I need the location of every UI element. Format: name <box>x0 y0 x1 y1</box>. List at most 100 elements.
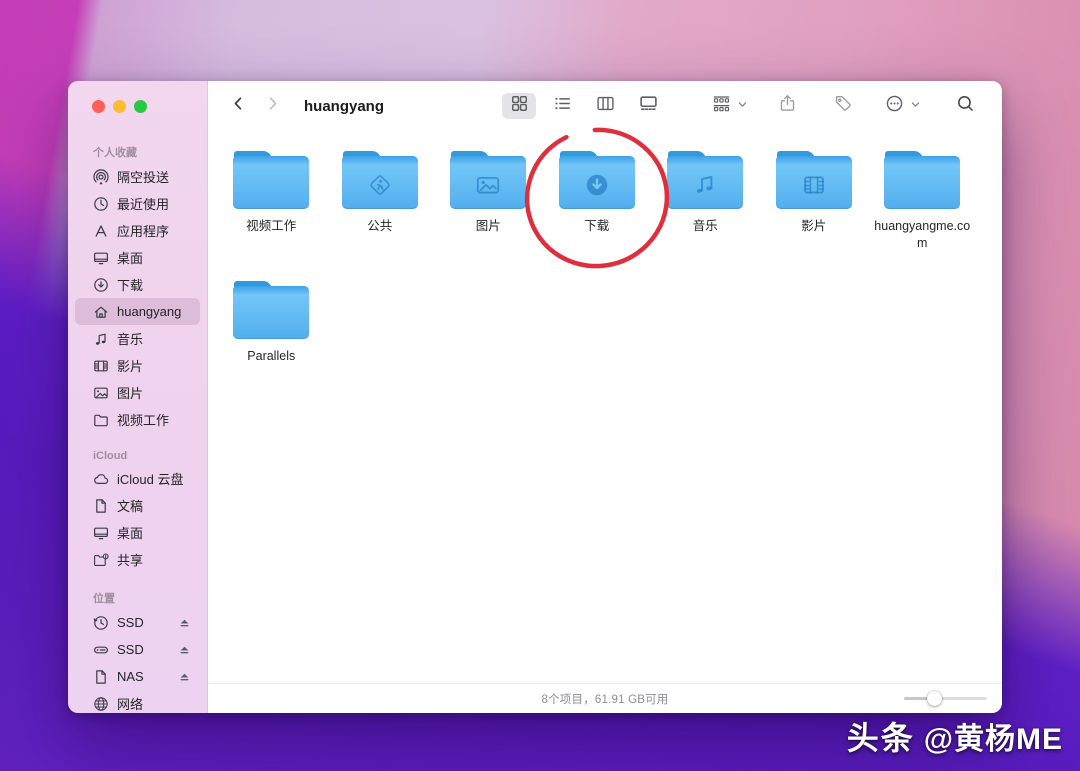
folder-music[interactable]: 音乐 <box>651 151 760 251</box>
airdrop-icon <box>92 168 109 185</box>
toolbar: huangyang <box>208 81 1002 131</box>
forward-button[interactable] <box>258 92 286 120</box>
folder-label: 音乐 <box>693 218 718 235</box>
sidebar-item-documents[interactable]: 文稿 <box>75 492 200 519</box>
folder-movies[interactable]: 影片 <box>760 151 869 251</box>
sidebar-item-icloud-drive[interactable]: iCloud 云盘 <box>75 465 200 492</box>
clock-icon <box>92 195 109 212</box>
sidebar: 个人收藏隔空投送最近使用应用程序桌面下载huangyang音乐影片图片视频工作i… <box>68 81 208 713</box>
folder-grid: 视频工作 公共 图片 下载音乐 影片huangyangme.com Parallels <box>208 131 1002 683</box>
sidebar-item-airdrop[interactable]: 隔空投送 <box>75 163 200 190</box>
sidebar-item-shared[interactable]: 共享 <box>75 546 200 573</box>
sidebar-item-label: 视频工作 <box>117 410 169 429</box>
sidebar-item-icloud-desktop[interactable]: 桌面 <box>75 519 200 546</box>
ellipsis-circle-icon <box>882 93 906 119</box>
share-icon <box>778 94 797 118</box>
document-icon <box>92 497 109 514</box>
sidebar-item-video-work[interactable]: 视频工作 <box>75 406 200 433</box>
eject-icon[interactable] <box>178 616 191 629</box>
window-controls <box>68 81 207 113</box>
sidebar-item-pictures[interactable]: 图片 <box>75 379 200 406</box>
sidebar-item-music[interactable]: 音乐 <box>75 325 200 352</box>
folder-icon <box>450 151 526 209</box>
sidebar-item-label: 下载 <box>117 275 143 294</box>
more-actions-button[interactable] <box>882 93 921 119</box>
desktop-icon <box>92 524 109 541</box>
tag-icon <box>834 94 853 118</box>
folder-icon <box>559 151 635 209</box>
folder-parallels[interactable]: Parallels <box>217 281 326 365</box>
view-switcher <box>502 93 665 119</box>
folder-downloads[interactable]: 下载 <box>543 151 652 251</box>
sidebar-item-applications[interactable]: 应用程序 <box>75 217 200 244</box>
sidebar-item-ssd-timemachine[interactable]: SSD <box>75 609 200 636</box>
music-icon <box>92 330 109 347</box>
download-emblem-icon <box>559 160 635 209</box>
sidebar-item-label: 最近使用 <box>117 194 169 213</box>
column-view-button[interactable] <box>588 93 622 119</box>
folder-icon <box>342 151 418 209</box>
folder-huangyangme-com[interactable]: huangyangme.com <box>868 151 977 251</box>
group-by-button[interactable] <box>709 93 748 119</box>
status-text: 8个项目，61.91 GB可用 <box>208 691 1002 707</box>
eject-icon[interactable] <box>178 670 191 683</box>
close-button[interactable] <box>92 100 105 113</box>
minimize-button[interactable] <box>113 100 126 113</box>
home-icon <box>92 303 109 320</box>
sidebar-item-desktop[interactable]: 桌面 <box>75 244 200 271</box>
sidebar-item-label: huangyang <box>117 304 181 319</box>
sidebar-item-movies[interactable]: 影片 <box>75 352 200 379</box>
zoom-button[interactable] <box>134 100 147 113</box>
folder-row: 视频工作 公共 图片 下载音乐 影片huangyangme.com <box>217 151 977 251</box>
sidebar-item-network[interactable]: 网络 <box>75 690 200 713</box>
sidebar-item-recents[interactable]: 最近使用 <box>75 190 200 217</box>
shared-folder-icon <box>92 551 109 568</box>
sidebar-item-label: 共享 <box>117 550 143 569</box>
tag-button[interactable] <box>826 93 860 119</box>
sidebar-item-nas[interactable]: NAS <box>75 663 200 690</box>
grid-view-icon <box>510 94 529 118</box>
eject-icon[interactable] <box>178 643 191 656</box>
sidebar-item-label: 桌面 <box>117 248 143 267</box>
picture-icon <box>92 384 109 401</box>
desktop-icon <box>92 249 109 266</box>
search-button[interactable] <box>948 93 982 119</box>
folder-icon <box>92 411 109 428</box>
slider-thumb[interactable] <box>927 691 942 706</box>
folder-public[interactable]: 公共 <box>326 151 435 251</box>
folder-row: Parallels <box>217 281 326 365</box>
folder-label: Parallels <box>247 348 295 365</box>
list-view-button[interactable] <box>545 93 579 119</box>
sidebar-item-label: 应用程序 <box>117 221 169 240</box>
finder-main: huangyang 视频工作公 <box>208 81 1002 713</box>
folder-label: 图片 <box>476 218 501 235</box>
sidebar-item-label: NAS <box>117 669 144 684</box>
sidebar-item-home-huangyang[interactable]: huangyang <box>75 298 200 325</box>
time-machine-icon <box>92 614 109 631</box>
sidebar-item-label: 文稿 <box>117 496 143 515</box>
chevron-down-icon <box>737 97 748 115</box>
chevron-down-icon <box>910 97 921 115</box>
folder-video-work[interactable]: 视频工作 <box>217 151 326 251</box>
folder-pictures[interactable]: 图片 <box>434 151 543 251</box>
applications-icon <box>92 222 109 239</box>
window-title: huangyang <box>304 98 384 115</box>
search-icon <box>956 94 975 118</box>
download-circle-icon <box>92 276 109 293</box>
icon-size-slider[interactable] <box>904 684 987 713</box>
folder-label: 公共 <box>367 218 392 235</box>
folder-label: 视频工作 <box>246 218 296 235</box>
harddrive-icon <box>92 641 109 658</box>
back-button[interactable] <box>224 92 252 120</box>
icon-view-button[interactable] <box>502 93 536 119</box>
sidebar-item-ssd-drive[interactable]: SSD <box>75 636 200 663</box>
group-by-icon <box>709 93 733 119</box>
folder-label: huangyangme.com <box>871 218 974 251</box>
status-bar: 8个项目，61.91 GB可用 <box>208 683 1002 713</box>
sidebar-item-downloads[interactable]: 下载 <box>75 271 200 298</box>
share-button[interactable] <box>770 93 804 119</box>
sidebar-item-label: SSD <box>117 642 144 657</box>
public-emblem-icon <box>342 160 418 209</box>
gallery-view-button[interactable] <box>631 93 665 119</box>
sidebar-section: iCloudiCloud 云盘文稿桌面共享 <box>68 450 207 573</box>
